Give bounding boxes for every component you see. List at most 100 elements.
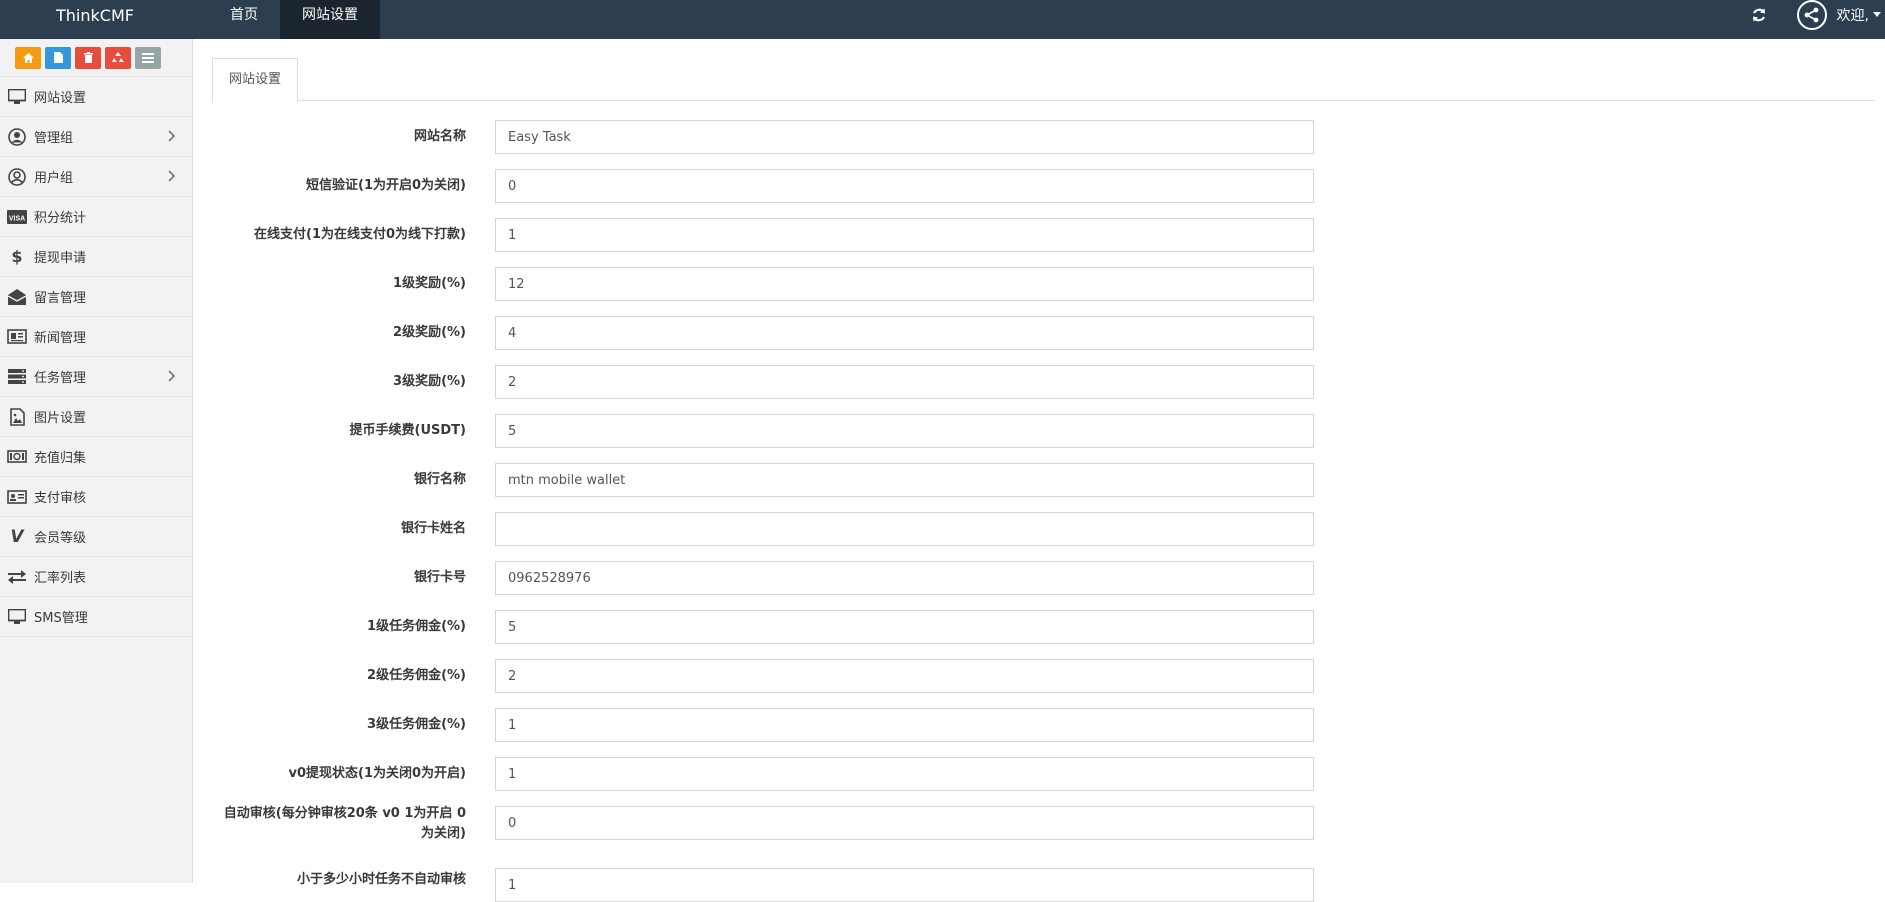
bank-name-field[interactable]: [495, 463, 1314, 497]
nav-item-home[interactable]: 首页: [208, 0, 280, 39]
sidebar-item-payment-review[interactable]: 支付审核: [0, 477, 192, 517]
field-label: 网站名称: [413, 129, 466, 144]
id-card-icon: [6, 488, 28, 506]
home-shortcut-button[interactable]: [15, 46, 41, 69]
withdraw-fee-field[interactable]: [495, 414, 1314, 448]
field-label: 小于多少小时任务不自动审核: [296, 872, 466, 887]
trash-shortcut-button[interactable]: [75, 46, 101, 69]
sidebar-item-label: 汇率列表: [34, 571, 87, 586]
field-label: v0提现状态(1为关闭0为开启): [288, 766, 467, 781]
auto-review-field[interactable]: [495, 806, 1314, 840]
sidebar-item-recharge[interactable]: 充值归集: [0, 437, 192, 477]
field-label: 3级任务佣金(%): [367, 717, 466, 732]
level3-commission-field[interactable]: [495, 708, 1314, 742]
list-shortcut-button[interactable]: [135, 46, 161, 69]
shortcut-buttons: [0, 39, 192, 77]
sidebar-item-label: SMS管理: [34, 611, 88, 626]
file-icon: [53, 52, 63, 63]
server-icon: [6, 368, 28, 386]
tab-site-settings[interactable]: 网站设置: [212, 58, 299, 102]
monitor-icon: [6, 88, 28, 106]
refresh-icon[interactable]: [1747, 3, 1771, 27]
sidebar-item-label: 网站设置: [34, 91, 87, 106]
monitor-icon: [6, 608, 28, 626]
file-shortcut-button[interactable]: [45, 46, 71, 69]
min-hours-field[interactable]: [495, 868, 1314, 902]
sidebar: 网站设置 管理组 用户组 VISA 积分统计 $ 提现申请 留言管理 新闻管理 …: [0, 39, 193, 883]
user-circle-icon: [6, 127, 28, 146]
exchange-icon: [6, 568, 28, 586]
list-icon: [142, 52, 154, 63]
level2-reward-field[interactable]: [495, 316, 1314, 350]
field-label: 2级奖励(%): [393, 325, 466, 340]
field-label: 提币手续费(USDT): [349, 423, 466, 438]
brand-logo[interactable]: ThinkCMF: [56, 0, 134, 39]
recycle-shortcut-button[interactable]: [105, 46, 131, 69]
top-right-controls: 欢迎,: [1747, 0, 1885, 39]
sidebar-item-image-settings[interactable]: 图片设置: [0, 397, 192, 437]
site-name-field[interactable]: [495, 120, 1314, 154]
field-label: 1级奖励(%): [393, 276, 466, 291]
top-nav: 首页 网站设置: [208, 0, 380, 39]
visa-card-icon: VISA: [6, 208, 28, 226]
field-label: 在线支付(1为在线支付0为线下打款): [254, 227, 466, 242]
chevron-right-icon: [168, 130, 176, 146]
sidebar-item-news[interactable]: 新闻管理: [0, 317, 192, 357]
level3-reward-field[interactable]: [495, 365, 1314, 399]
home-icon: [22, 52, 34, 63]
sidebar-item-tasks[interactable]: 任务管理: [0, 357, 192, 397]
svg-text:VISA: VISA: [9, 215, 25, 222]
sidebar-item-site-settings[interactable]: 网站设置: [0, 77, 192, 117]
newspaper-icon: [6, 328, 28, 346]
sidebar-item-label: 用户组: [34, 171, 74, 186]
sidebar-item-label: 支付审核: [34, 491, 87, 506]
field-label: 银行卡号: [413, 570, 466, 585]
sidebar-item-label: 图片设置: [34, 411, 87, 426]
chevron-right-icon: [168, 370, 176, 386]
sidebar-item-user-group[interactable]: 用户组: [0, 157, 192, 197]
sidebar-item-points-stats[interactable]: VISA 积分统计: [0, 197, 192, 237]
sms-verify-field[interactable]: [495, 169, 1314, 203]
sidebar-item-sms[interactable]: SMS管理: [0, 597, 192, 637]
online-payment-field[interactable]: [495, 218, 1314, 252]
level1-reward-field[interactable]: [495, 267, 1314, 301]
field-label: 3级奖励(%): [393, 374, 466, 389]
sidebar-item-label: 积分统计: [34, 211, 87, 226]
nav-item-site-settings[interactable]: 网站设置: [280, 0, 380, 39]
card-holder-field[interactable]: [495, 512, 1314, 546]
level2-commission-field[interactable]: [495, 659, 1314, 693]
recycle-icon: [112, 52, 124, 62]
v0-withdraw-status-field[interactable]: [495, 757, 1314, 791]
sidebar-item-label: 任务管理: [34, 371, 87, 386]
sidebar-item-admin-group[interactable]: 管理组: [0, 117, 192, 157]
chevron-right-icon: [168, 170, 176, 186]
dollar-icon: $: [11, 247, 23, 266]
sidebar-item-label: 新闻管理: [34, 331, 87, 346]
level1-commission-field[interactable]: [495, 610, 1314, 644]
sidebar-item-messages[interactable]: 留言管理: [0, 277, 192, 317]
share-icon[interactable]: [1796, 0, 1827, 30]
sidebar-item-member-levels[interactable]: V 会员等级: [0, 517, 192, 557]
sidebar-item-label: 会员等级: [34, 531, 87, 546]
card-number-field[interactable]: [495, 561, 1314, 595]
main-content: 网站设置: [212, 58, 1875, 102]
sidebar-item-exchange-rates[interactable]: 汇率列表: [0, 557, 192, 597]
sidebar-item-withdrawals[interactable]: $ 提现申请: [0, 237, 192, 277]
field-label: 银行卡姓名: [400, 521, 466, 536]
welcome-user-menu[interactable]: 欢迎,: [1837, 5, 1869, 25]
field-label: 短信验证(1为开启0为关闭): [306, 178, 466, 193]
vine-icon: V: [10, 526, 24, 547]
envelope-open-icon: [6, 288, 28, 306]
field-label: 银行名称: [413, 472, 466, 487]
settings-form: 网站名称 短信验证(1为开启0为关闭) 在线支付(1为在线支付0为线下打款) 1…: [212, 120, 1314, 902]
sidebar-item-label: 提现申请: [34, 251, 87, 266]
tab-bar: 网站设置: [212, 58, 1875, 102]
trash-icon: [83, 52, 93, 63]
user-icon: [6, 167, 28, 186]
sidebar-item-label: 留言管理: [34, 291, 87, 306]
caret-down-icon[interactable]: [1873, 7, 1881, 22]
money-icon: [6, 448, 28, 466]
sidebar-item-label: 管理组: [34, 131, 74, 146]
field-label: 1级任务佣金(%): [367, 619, 466, 634]
top-navbar: ThinkCMF 首页 网站设置 欢迎,: [0, 0, 1885, 39]
